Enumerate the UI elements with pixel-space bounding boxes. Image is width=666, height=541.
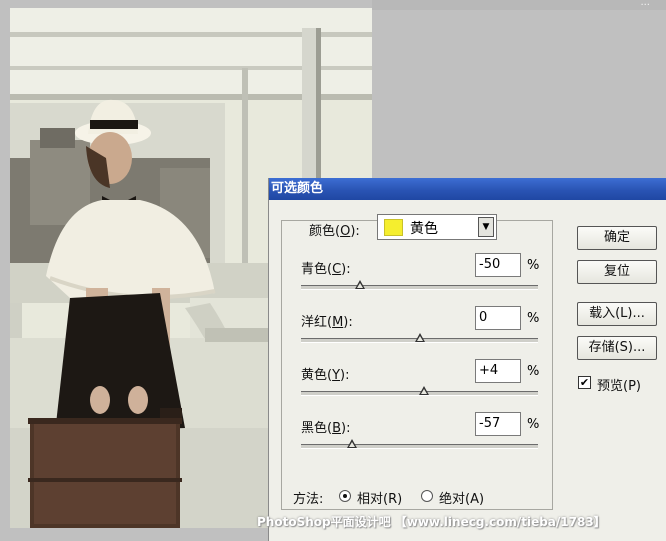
relative-label: 相对(R) — [357, 492, 403, 507]
yellow-label: 黄色(Y): — [301, 364, 349, 383]
ok-button[interactable]: 确定 — [577, 226, 657, 250]
colors-selected-value: 黄色 — [410, 221, 438, 237]
cyan-slider-track[interactable] — [301, 280, 538, 290]
cyan-label: 青色(C): — [301, 258, 351, 277]
colors-label: 颜色(O): — [309, 220, 360, 239]
magenta-label-text: 洋红( — [301, 315, 333, 330]
cyan-percent: % — [527, 258, 540, 273]
top-strip: ... — [372, 0, 666, 10]
yellow-slider-track[interactable] — [301, 386, 538, 396]
black-input[interactable]: -57 — [475, 412, 521, 436]
magenta-percent: % — [527, 311, 540, 326]
magenta-label: 洋红(M): — [301, 311, 353, 330]
black-label-key: B — [332, 421, 341, 436]
cyan-label-key: C — [332, 262, 342, 277]
yellow-slider-thumb[interactable] — [419, 386, 430, 395]
yellow-label-suffix: ): — [340, 368, 350, 383]
black-label: 黑色(B): — [301, 417, 350, 436]
yellow-label-text: 黄色( — [301, 368, 333, 383]
magenta-slider-thumb[interactable] — [414, 333, 425, 342]
cyan-label-suffix: ): — [341, 262, 351, 277]
absolute-label: 绝对(A) — [439, 492, 485, 507]
preview-checkbox[interactable]: ✔ — [578, 376, 591, 389]
magenta-slider-track[interactable] — [301, 333, 538, 343]
magenta-label-key: M — [332, 315, 344, 330]
black-slider-thumb[interactable] — [346, 439, 357, 448]
preview-label: 预览(P) — [597, 379, 641, 394]
chevron-down-icon[interactable]: ▼ — [478, 217, 494, 237]
dialog-title[interactable]: 可选颜色 — [269, 178, 666, 200]
colors-label-text: 颜色( — [309, 224, 341, 239]
watermark-text: PhotoShop平面设计吧 【www.linecg.com/tieba/178… — [257, 515, 606, 529]
yellow-label-key: Y — [332, 368, 341, 383]
relative-radio[interactable] — [339, 490, 351, 502]
magenta-input[interactable]: 0 — [475, 306, 521, 330]
cyan-label-text: 青色( — [301, 262, 333, 277]
black-percent: % — [527, 417, 540, 432]
load-button[interactable]: 载入(L)... — [577, 302, 657, 326]
colors-label-suffix: ): — [350, 224, 360, 239]
save-button[interactable]: 存储(S)... — [577, 336, 657, 360]
corner-text: ... — [640, 0, 650, 8]
cyan-input[interactable]: -50 — [475, 253, 521, 277]
black-label-text: 黑色( — [301, 421, 333, 436]
black-label-suffix: ): — [341, 421, 351, 436]
yellow-percent: % — [527, 364, 540, 379]
colors-select[interactable]: 黄色 ▼ — [377, 214, 497, 240]
magenta-label-suffix: ): — [343, 315, 353, 330]
reset-button[interactable]: 复位 — [577, 260, 657, 284]
yellow-swatch — [384, 219, 403, 236]
method-label: 方法: — [293, 492, 324, 507]
cyan-slider-thumb[interactable] — [355, 280, 366, 289]
absolute-radio[interactable] — [421, 490, 433, 502]
colors-label-key: O — [340, 224, 351, 239]
black-slider-track[interactable] — [301, 439, 538, 449]
selective-color-dialog: 可选颜色 颜色(O): 黄色 ▼ 青色(C): -50 % 洋红(M): 0 %… — [268, 178, 666, 541]
yellow-input[interactable]: +4 — [475, 359, 521, 383]
